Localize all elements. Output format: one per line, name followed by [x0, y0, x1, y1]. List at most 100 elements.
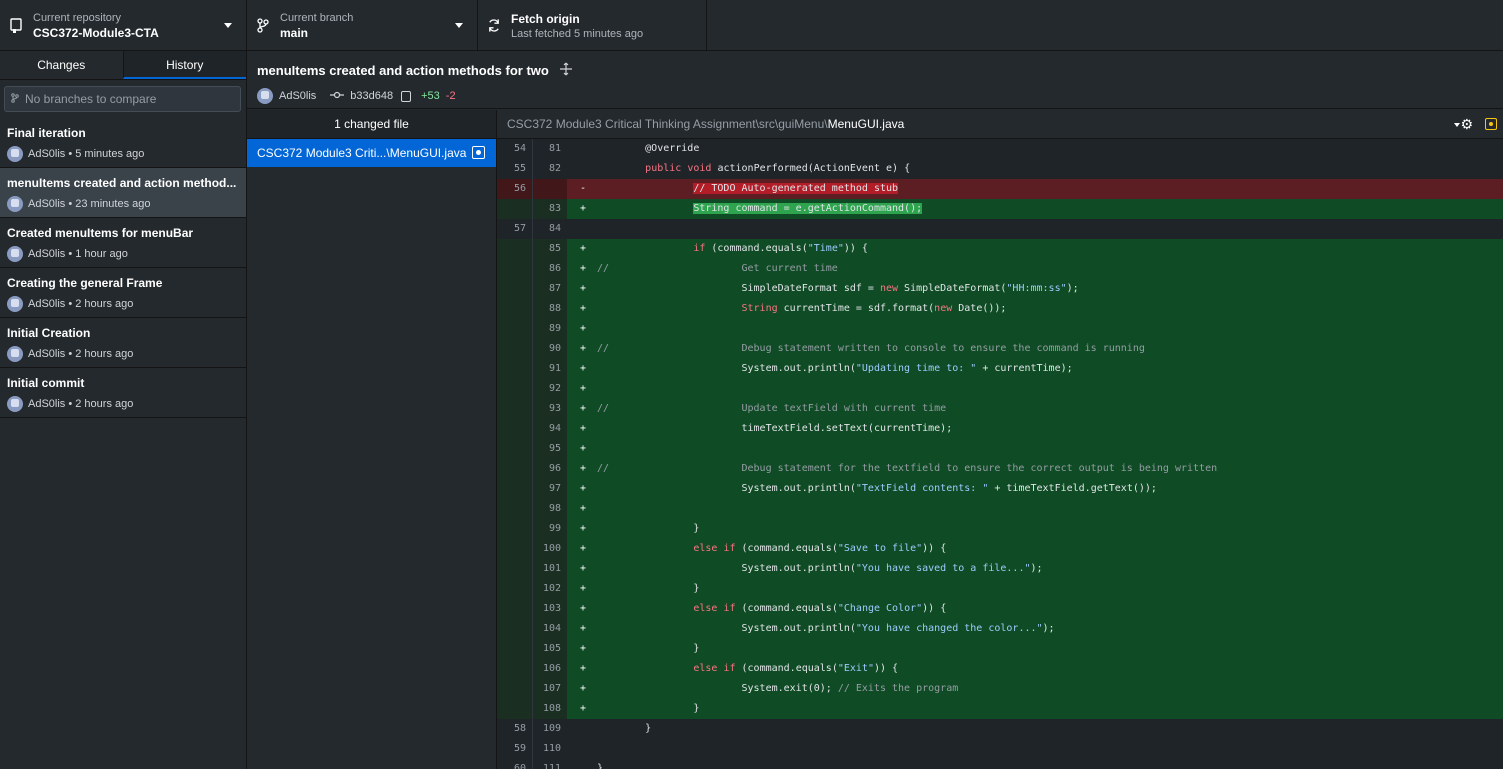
diff-line[interactable]: 103 + else if (command.equals("Change Col…	[497, 599, 1503, 619]
diff-line[interactable]: 54 81 @Override	[497, 139, 1503, 159]
diff-marker: +	[580, 623, 587, 634]
diff-line[interactable]: 91 + System.out.println("Updating time to…	[497, 359, 1503, 379]
diff-line[interactable]: 56 - // TODO Auto-generated method stub	[497, 179, 1503, 199]
diff-code: System.out.println("You have saved to a …	[597, 563, 1043, 574]
diff-marker: +	[580, 483, 587, 494]
old-line-number: 57	[497, 219, 533, 239]
diff-line[interactable]: 107 + System.exit(0); // Exits the progra…	[497, 679, 1503, 699]
commit-meta: AdS0lis • 2 hours ago	[28, 298, 134, 310]
commit-item-selected[interactable]: menuItems created and action method... A…	[0, 168, 246, 218]
diff-code: }	[597, 763, 604, 769]
diff-line[interactable]: 94 + timeTextField.setText(currentTime);	[497, 419, 1503, 439]
avatar	[7, 246, 23, 262]
new-line-number: 97	[533, 479, 567, 499]
branch-compare-input[interactable]: No branches to compare	[4, 86, 241, 112]
chevron-down-icon[interactable]	[1454, 123, 1460, 127]
tab-history[interactable]: History	[122, 51, 246, 79]
diff-line[interactable]: 89 +	[497, 319, 1503, 339]
diff-line[interactable]: 93 + // Update textField with current time	[497, 399, 1503, 419]
old-line-number	[497, 519, 533, 539]
diff-line[interactable]: 88 + String currentTime = sdf.format(new …	[497, 299, 1503, 319]
diff-line[interactable]: 95 +	[497, 439, 1503, 459]
diff-line[interactable]: 100 + else if (command.equals("Save to fi…	[497, 539, 1503, 559]
diff-line[interactable]: 101 + System.out.println("You have saved …	[497, 559, 1503, 579]
old-line-number: 60	[497, 759, 533, 769]
diff-line[interactable]: 57 84	[497, 219, 1503, 239]
additions-count: +53	[421, 90, 440, 102]
old-line-number	[497, 699, 533, 719]
diff-line[interactable]: 99 + }	[497, 519, 1503, 539]
diff-code: System.out.println("You have changed the…	[597, 623, 1055, 634]
avatar	[7, 296, 23, 312]
new-line-number: 103	[533, 599, 567, 619]
diff-marker: +	[580, 203, 587, 214]
commit-item[interactable]: Final iteration AdS0lis • 5 minutes ago	[0, 118, 246, 168]
repository-icon	[9, 18, 23, 34]
diff-line[interactable]: 55 82 public void actionPerformed(ActionE…	[497, 159, 1503, 179]
diff-line[interactable]: 85 + if (command.equals("Time")) {	[497, 239, 1503, 259]
diff-marker: +	[580, 563, 587, 574]
last-fetched: Last fetched 5 minutes ago	[511, 27, 644, 40]
changed-files-header: 1 changed file	[247, 110, 496, 139]
commit-title: Creating the general Frame	[7, 276, 163, 290]
new-line-number	[533, 179, 567, 199]
new-line-number: 93	[533, 399, 567, 419]
diff-line[interactable]: 108 + }	[497, 699, 1503, 719]
new-line-number: 92	[533, 379, 567, 399]
commit-title: menuItems created and action method...	[7, 176, 237, 190]
commit-meta: AdS0lis • 5 minutes ago	[28, 148, 145, 160]
diff-line[interactable]: 105 + }	[497, 639, 1503, 659]
diff-code	[597, 319, 1503, 339]
diff-marker: +	[580, 503, 587, 514]
current-branch-button[interactable]: Current branch main	[247, 0, 478, 51]
diff-line[interactable]: 90 + // Debug statement written to console…	[497, 339, 1503, 359]
diff-marker: +	[580, 343, 587, 354]
commit-item[interactable]: Creating the general Frame AdS0lis • 2 h…	[0, 268, 246, 318]
changed-file-item[interactable]: CSC372 Module3 Criti...\MenuGUI.java	[247, 139, 496, 167]
new-line-number: 96	[533, 459, 567, 479]
expand-icon[interactable]	[559, 62, 573, 79]
avatar	[257, 88, 273, 104]
new-line-number: 108	[533, 699, 567, 719]
commit-item[interactable]: Created menuItems for menuBar AdS0lis • …	[0, 218, 246, 268]
tab-changes[interactable]: Changes	[0, 51, 123, 79]
diff-code: @Override	[597, 143, 700, 154]
copy-icon[interactable]	[401, 90, 412, 102]
diff-line[interactable]: 60 111}	[497, 759, 1503, 769]
diff-marker: +	[580, 523, 587, 534]
repo-name: CSC372-Module3-CTA	[33, 25, 159, 40]
diff-line[interactable]: 87 + SimpleDateFormat sdf = new SimpleDat…	[497, 279, 1503, 299]
diff-code: if (command.equals("Time")) {	[693, 243, 868, 254]
diff-line[interactable]: 92 +	[497, 379, 1503, 399]
diff-line[interactable]: 83 + String command = e.getActionCommand(…	[497, 199, 1503, 219]
diff-code: String command = e.getActionCommand();	[693, 203, 923, 214]
diff-line[interactable]: 86 + // Get current time	[497, 259, 1503, 279]
gear-icon[interactable]: ⚙	[1460, 116, 1473, 133]
diff-line[interactable]: 59 110	[497, 739, 1503, 759]
new-line-number: 104	[533, 619, 567, 639]
diff-marker	[567, 139, 597, 159]
fetch-origin-button[interactable]: Fetch origin Last fetched 5 minutes ago	[478, 0, 707, 51]
diff-line[interactable]: 58 109 }	[497, 719, 1503, 739]
diff-line[interactable]: 96 + // Debug statement for the textfield …	[497, 459, 1503, 479]
diff-marker: +	[580, 443, 587, 454]
diff-marker: +	[580, 283, 587, 294]
diff-line[interactable]: 102 + }	[497, 579, 1503, 599]
diff-code: SimpleDateFormat sdf = new SimpleDateFor…	[597, 283, 1079, 294]
old-line-number	[497, 319, 533, 339]
old-line-number	[497, 659, 533, 679]
new-line-number: 86	[533, 259, 567, 279]
new-line-number: 83	[533, 199, 567, 219]
toolbar: Current repository CSC372-Module3-CTA Cu…	[0, 0, 1503, 51]
commit-item[interactable]: Initial commit AdS0lis • 2 hours ago	[0, 368, 246, 418]
current-repository-button[interactable]: Current repository CSC372-Module3-CTA	[0, 0, 247, 51]
diff-line[interactable]: 97 + System.out.println("TextField conten…	[497, 479, 1503, 499]
commit-summary-title: menuItems created and action methods for…	[257, 63, 549, 78]
diff-line[interactable]: 106 + else if (command.equals("Exit")) {	[497, 659, 1503, 679]
diff-code: // Update textField with current time	[597, 403, 947, 414]
diff-line[interactable]: 104 + System.out.println("You have change…	[497, 619, 1503, 639]
new-line-number: 106	[533, 659, 567, 679]
commit-item[interactable]: Initial Creation AdS0lis • 2 hours ago	[0, 318, 246, 368]
changed-files-pane: 1 changed file CSC372 Module3 Criti...\M…	[247, 110, 497, 769]
diff-line[interactable]: 98 +	[497, 499, 1503, 519]
